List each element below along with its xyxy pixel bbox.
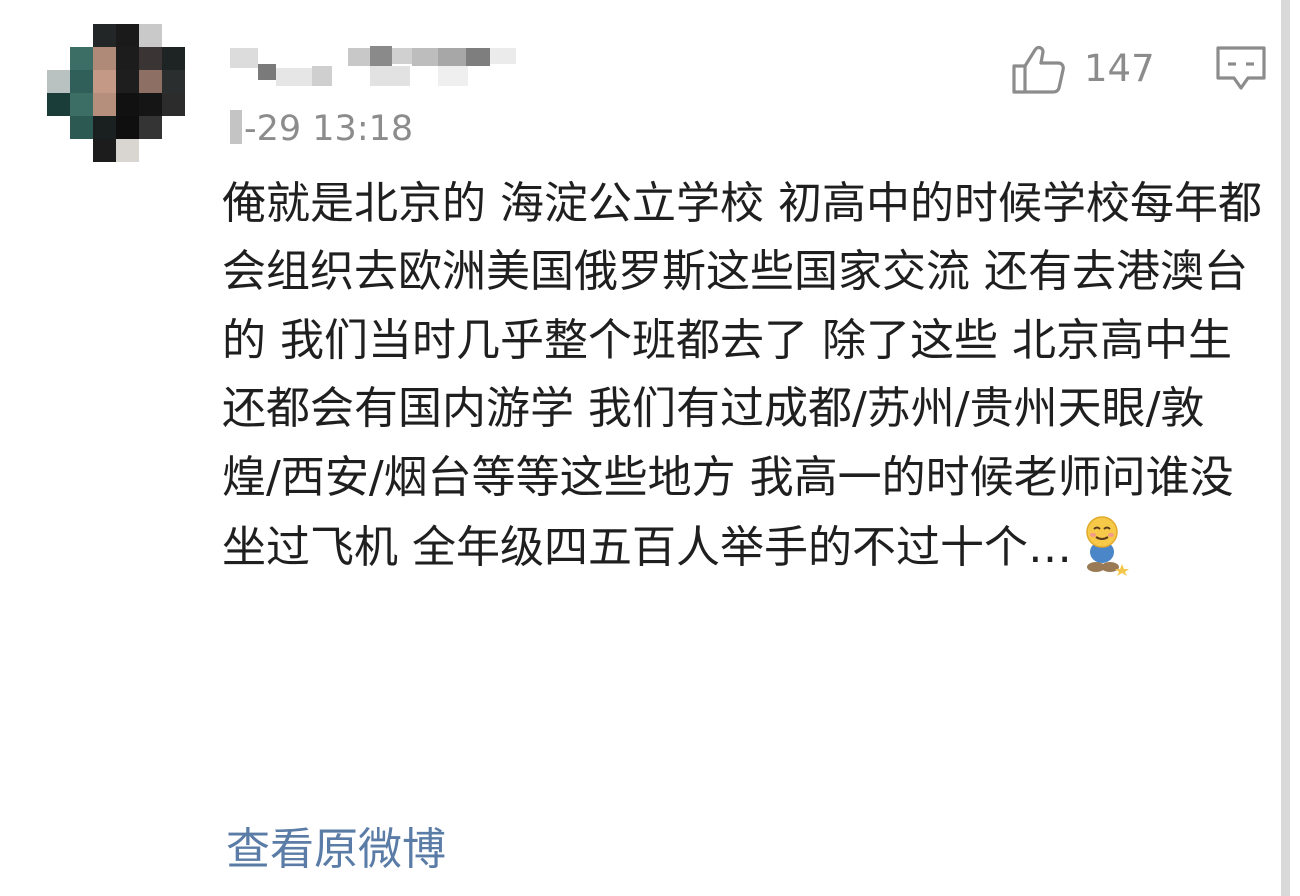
timestamp-text: -29 13:18: [244, 109, 414, 149]
comment-bubble-icon: [1216, 46, 1266, 90]
avatar[interactable]: [47, 24, 185, 162]
comment-body: 俺就是北京的 海淀公立学校 初高中的时候学校每年都会组织去欧洲美国俄罗斯这些国家…: [222, 170, 1262, 596]
comment-timestamp: -29 13:18: [230, 106, 413, 152]
username-blurred[interactable]: [230, 44, 520, 90]
weibo-comment-screen: -29 13:18 147 俺就是北京的 海淀公立学校 初高中的时候学校每年都会…: [0, 0, 1300, 896]
scrollbar[interactable]: [1281, 0, 1290, 896]
comment-button[interactable]: [1214, 44, 1268, 94]
sheepish-smile-emoji-icon: [1082, 512, 1130, 596]
view-original-weibo-link[interactable]: 查看原微博: [226, 822, 446, 878]
timestamp-blurred-prefix: [230, 110, 242, 144]
thumbs-up-icon: [1012, 45, 1065, 94]
like-count: 147: [1084, 47, 1155, 90]
like-button[interactable]: 147: [1010, 40, 1155, 98]
